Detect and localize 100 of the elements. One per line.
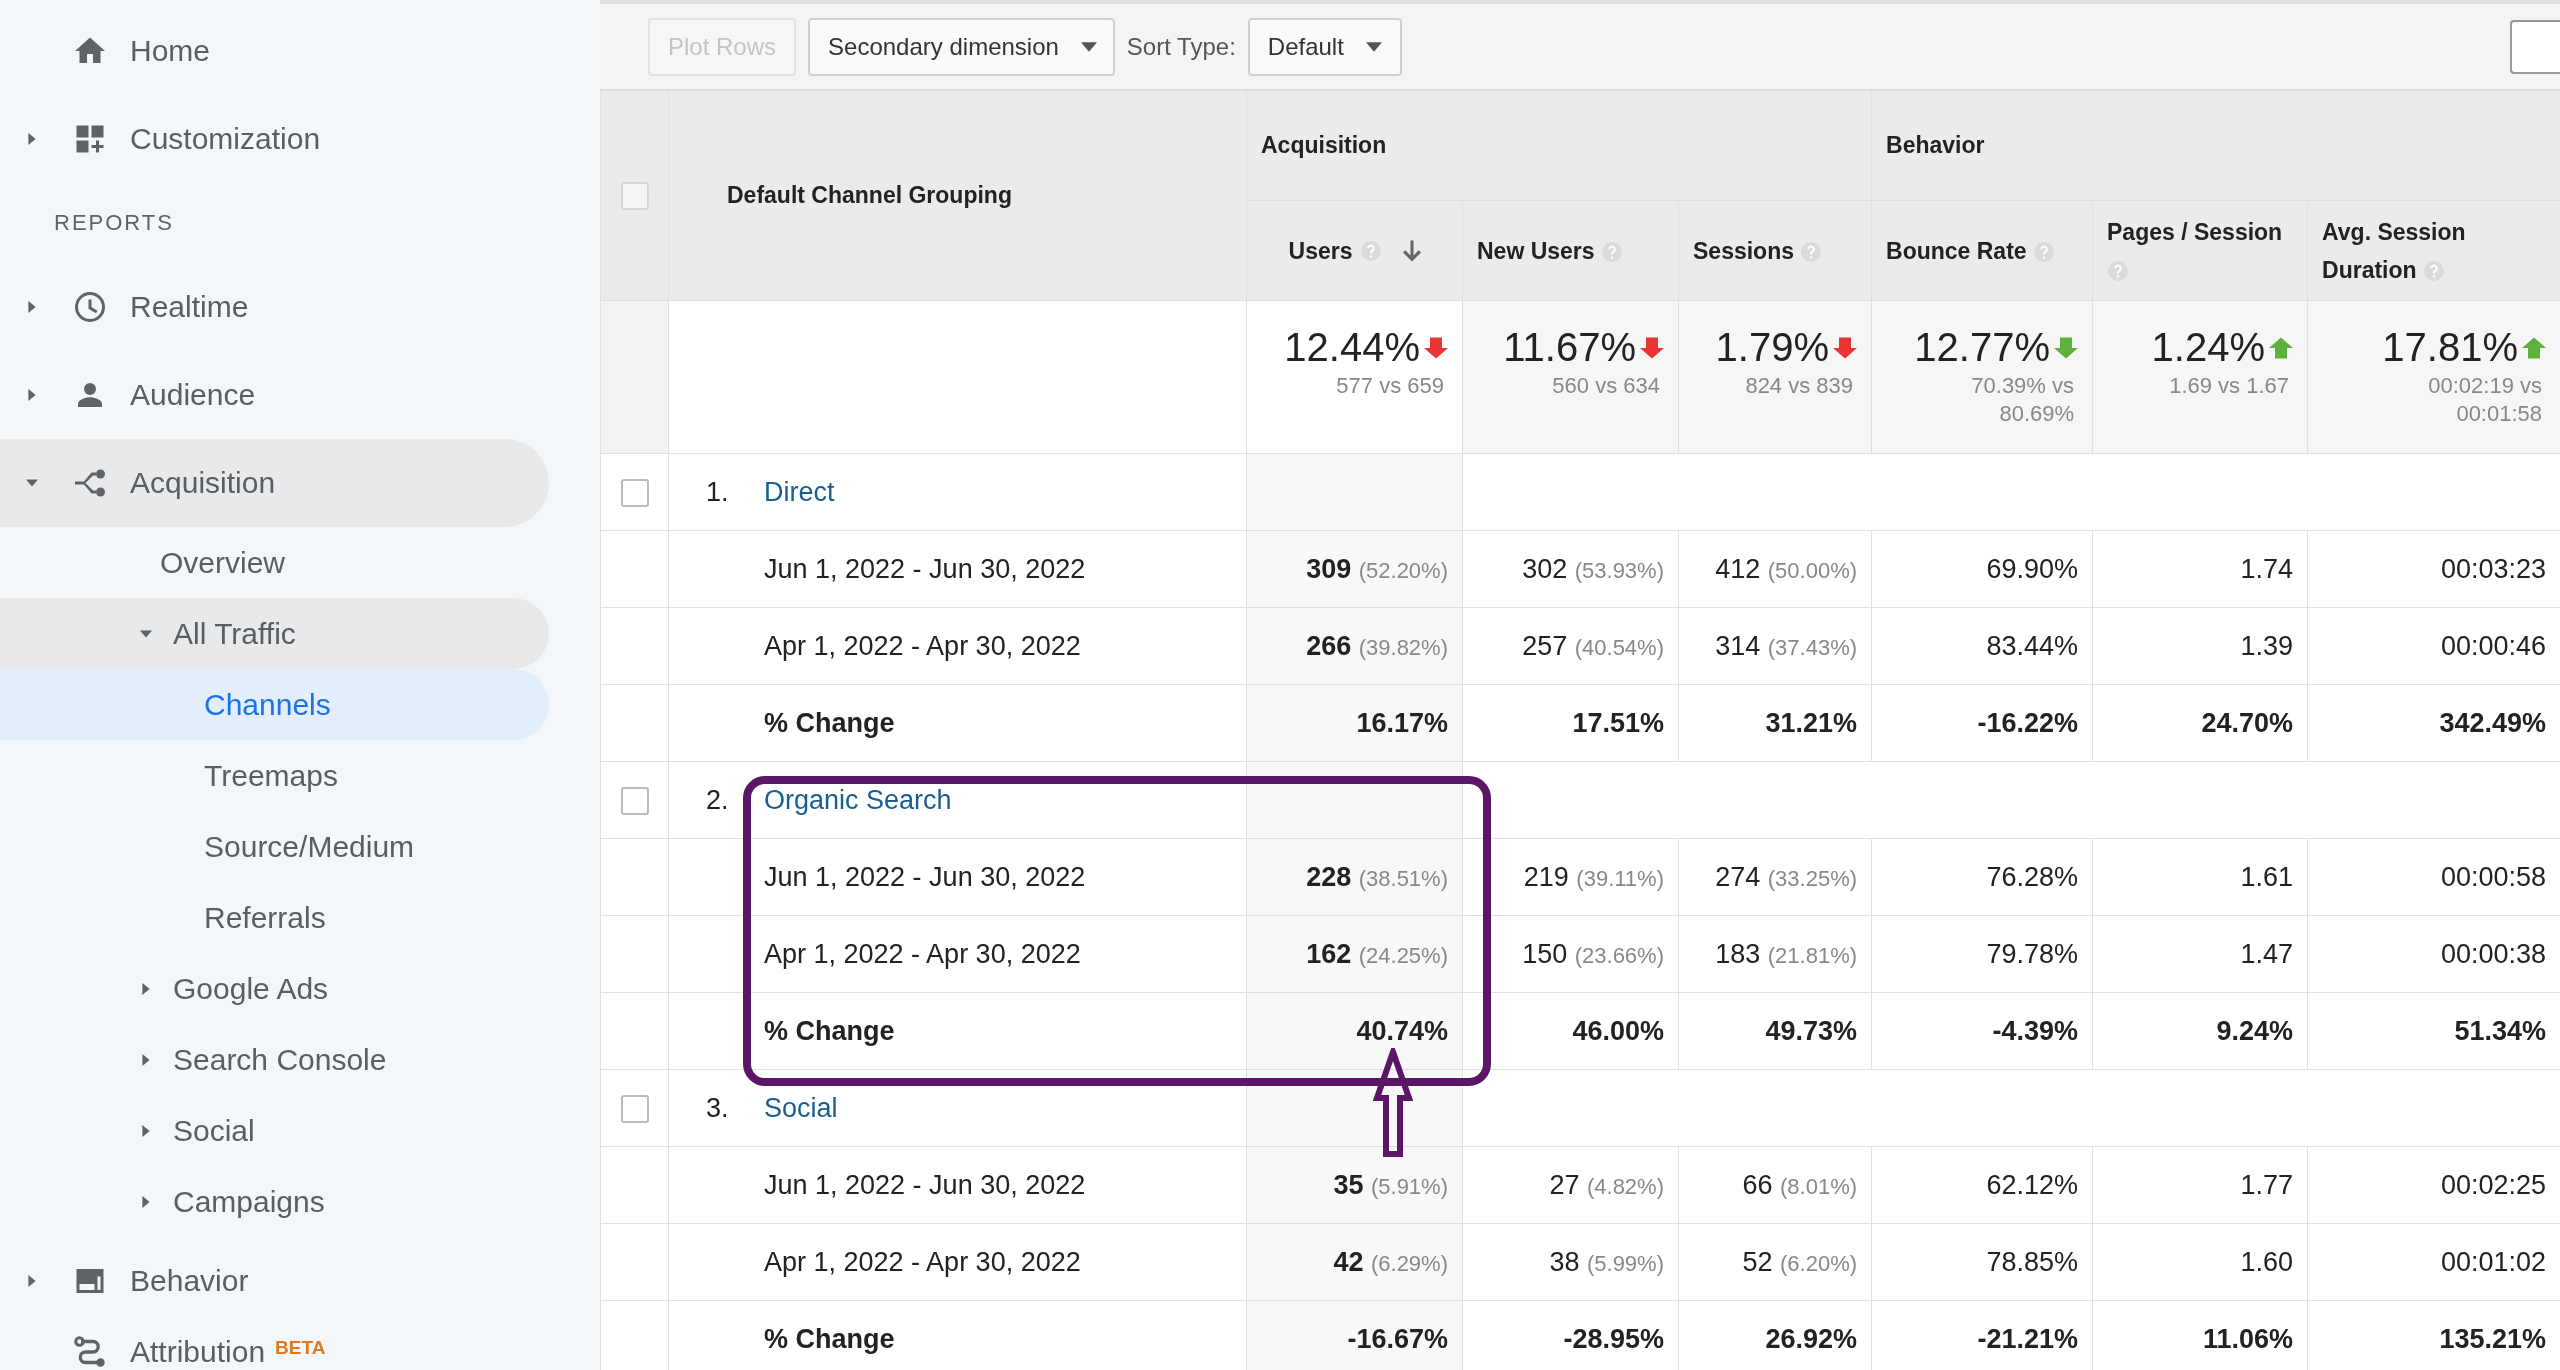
- column-header[interactable]: Avg. Session Duration: [2307, 200, 2560, 301]
- cell-value: 183: [1715, 938, 1761, 969]
- date-range-label: Apr 1, 2022 - Apr 30, 2022: [668, 1223, 1247, 1301]
- table-cell: 62.12%: [1871, 1146, 2093, 1224]
- cell-value: 257: [1522, 630, 1568, 661]
- nav-item[interactable]: Campaigns: [0, 1166, 549, 1237]
- column-header[interactable]: New Users: [1462, 200, 1679, 301]
- share-percent: (37.43%): [1767, 634, 1858, 660]
- share-percent: (53.93%): [1574, 557, 1664, 583]
- total-change-value: 1.79%: [1715, 325, 1830, 370]
- share-percent: (40.54%): [1574, 634, 1664, 660]
- checkbox[interactable]: [620, 1095, 649, 1124]
- nav-item[interactable]: Google Ads: [0, 953, 549, 1024]
- expand-arrow-icon[interactable]: [26, 132, 38, 146]
- checkbox[interactable]: [620, 787, 649, 816]
- date-range-label: Apr 1, 2022 - Apr 30, 2022: [668, 915, 1247, 993]
- cell-value: 228: [1306, 861, 1352, 892]
- nav-item[interactable]: Source/Medium: [0, 811, 549, 882]
- column-header: Default Channel Grouping: [668, 90, 1247, 301]
- nav-item[interactable]: Referrals: [0, 882, 549, 953]
- checkbox[interactable]: [620, 479, 649, 508]
- cell-value: 219: [1523, 861, 1569, 892]
- cell-value: 150: [1522, 938, 1568, 969]
- expand-arrow-icon[interactable]: [140, 981, 152, 996]
- total-change-value: 12.77%: [1914, 325, 2051, 370]
- row-number: 2.: [706, 784, 730, 816]
- comparison-text: 577 vs 659: [1335, 372, 1444, 400]
- nav-item[interactable]: All Traffic: [0, 598, 549, 669]
- search-field[interactable]: [2510, 19, 2560, 74]
- column-header[interactable]: Sessions: [1678, 200, 1872, 301]
- total-change-value: 17.81%: [2382, 325, 2519, 370]
- share-percent: (5.99%): [1586, 1250, 1664, 1276]
- comparison-text: 824 vs 839: [1744, 372, 1854, 400]
- total-change-value: 11.67%: [1503, 325, 1636, 370]
- cell-value: 302: [1522, 553, 1568, 584]
- table-cell: 1.77: [2092, 1146, 2308, 1224]
- section-label: REPORTS: [53, 209, 175, 237]
- row-number: 3.: [706, 1092, 730, 1124]
- column-header[interactable]: Users: [1246, 200, 1463, 301]
- expand-arrow-icon[interactable]: [26, 300, 38, 314]
- nav-item[interactable]: Home: [0, 7, 549, 95]
- column-header[interactable]: Bounce Rate: [1871, 200, 2093, 301]
- comparison-text: 70.39% vs 80.69%: [1970, 372, 2075, 428]
- cell-value: 309: [1306, 553, 1352, 584]
- table-cell: 1.39: [2092, 607, 2308, 685]
- nav-item[interactable]: Realtime: [0, 263, 549, 351]
- cell-value: 412: [1715, 553, 1761, 584]
- nav-item[interactable]: Search Console: [0, 1024, 549, 1095]
- sort-type-dropdown[interactable]: Default: [1247, 17, 1402, 76]
- expand-arrow-icon[interactable]: [26, 388, 38, 402]
- table-cell: 46.00%: [1462, 992, 1679, 1070]
- expand-arrow-icon[interactable]: [140, 1052, 152, 1067]
- table-cell: 17.51%: [1462, 684, 1679, 762]
- column-group-header: Behavior: [1871, 90, 2560, 201]
- nav-item[interactable]: Customization: [0, 95, 549, 183]
- table-cell: 1.61: [2092, 838, 2308, 916]
- table-cell: 40.74%: [1246, 992, 1463, 1070]
- nav-item[interactable]: Attribution BETA: [0, 1325, 549, 1370]
- cell-value: 266: [1306, 630, 1352, 661]
- nav-item[interactable]: Treemaps: [0, 740, 549, 811]
- cell-value: 314: [1715, 630, 1761, 661]
- expand-arrow-icon[interactable]: [140, 1194, 152, 1209]
- share-percent: (5.91%): [1370, 1173, 1448, 1199]
- table-cell: 83.44%: [1871, 607, 2093, 685]
- nav-item[interactable]: Audience: [0, 351, 549, 439]
- cell-value: 66: [1742, 1169, 1773, 1200]
- date-range-label: Apr 1, 2022 - Apr 30, 2022: [668, 607, 1247, 685]
- channel-link[interactable]: Organic Search: [764, 784, 952, 815]
- sort-type-label: Sort Type:: [1126, 32, 1236, 61]
- column-header[interactable]: Pages / Session: [2092, 200, 2308, 301]
- channel-link[interactable]: Direct: [764, 476, 835, 507]
- share-percent: (50.00%): [1767, 557, 1858, 583]
- share-percent: (6.29%): [1370, 1250, 1448, 1276]
- nav-item[interactable]: Acquisition: [0, 439, 549, 527]
- change-label: % Change: [668, 684, 1247, 762]
- share-percent: (6.20%): [1780, 1250, 1858, 1276]
- clock-icon: [72, 289, 108, 325]
- expand-arrow-icon[interactable]: [140, 1123, 152, 1138]
- nav-item[interactable]: Behavior: [0, 1237, 549, 1325]
- share-percent: (39.11%): [1576, 865, 1664, 891]
- beta-label: BETA: [275, 1337, 326, 1359]
- change-label: % Change: [668, 992, 1247, 1070]
- cell-value: 35: [1333, 1169, 1364, 1200]
- expand-arrow-icon[interactable]: [26, 1274, 38, 1288]
- nav-item[interactable]: Social: [0, 1095, 549, 1166]
- total-change-value: 1.24%: [2151, 325, 2266, 370]
- comparison-text: 00:02:19 vs 00:01:58: [2427, 372, 2543, 428]
- table-cell: 9.24%: [2092, 992, 2308, 1070]
- table-cell: 76.28%: [1871, 838, 2093, 916]
- share-percent: (52.20%): [1358, 557, 1448, 583]
- table-cell: -4.39%: [1871, 992, 2093, 1070]
- nav-item[interactable]: Overview: [0, 527, 549, 598]
- nav-item[interactable]: Channels: [0, 669, 549, 740]
- channel-link[interactable]: Social: [764, 1092, 838, 1123]
- secondary-dimension-dropdown[interactable]: Secondary dimension: [808, 17, 1115, 76]
- table-cell: 16.17%: [1246, 684, 1463, 762]
- cell-value: 274: [1715, 861, 1761, 892]
- table-cell: 31.21%: [1678, 684, 1872, 762]
- table-cell: 1.47: [2092, 915, 2308, 993]
- checkbox[interactable]: [620, 181, 649, 210]
